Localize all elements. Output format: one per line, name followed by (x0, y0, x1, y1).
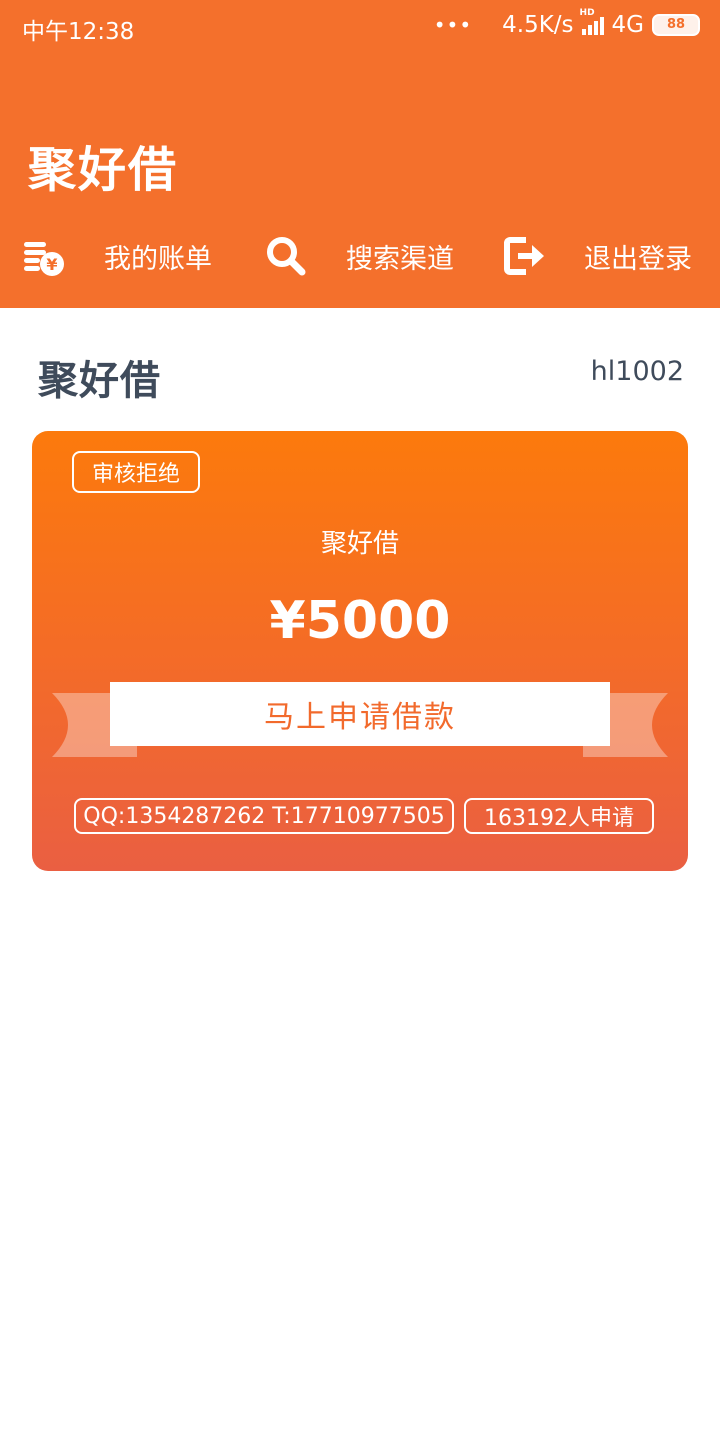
status-bar: 中午12:38 ••• 4.5K/s HD 4G 88 (0, 0, 720, 52)
status-time: 中午12:38 (22, 19, 135, 45)
nav-search-channel[interactable]: 搜索渠道 (264, 228, 454, 284)
page-title: 聚好借 (38, 358, 161, 404)
nav-my-bills[interactable]: ¥ 我的账单 (22, 228, 212, 284)
app-title: 聚好借 (28, 142, 179, 198)
battery-icon: 88 (652, 14, 700, 36)
bill-yen-icon: ¥ (24, 242, 64, 276)
app-header: 中午12:38 ••• 4.5K/s HD 4G 88 聚好借 ¥ 我的账单 搜… (0, 0, 720, 308)
product-name: 聚好借 (320, 529, 399, 559)
search-icon (267, 237, 306, 276)
apply-loan-button[interactable]: 马上申请借款 (110, 682, 610, 746)
user-id: hl1002 (590, 356, 684, 387)
loan-product-card[interactable]: 审核拒绝 聚好借 ¥5000 马上申请借款 QQ:1354287262 T:17… (32, 431, 688, 871)
signal-icon: HD (580, 8, 604, 35)
more-dots-icon: ••• (433, 13, 473, 37)
nav-my-bills-label: 我的账单 (104, 243, 212, 275)
nav-logout[interactable]: 退出登录 (502, 228, 692, 284)
svg-text:¥: ¥ (46, 255, 57, 274)
contact-info-chip: QQ:1354287262 T:17710977505 (74, 798, 454, 834)
network-type: 4G (611, 12, 644, 38)
hd-label: HD (579, 8, 595, 18)
network-speed: 4.5K/s (502, 12, 574, 38)
review-status-badge: 审核拒绝 (72, 451, 201, 493)
nav-logout-label: 退出登录 (584, 243, 692, 275)
applicant-count-chip: 163192人申请 (464, 798, 654, 834)
logout-icon (504, 237, 544, 275)
nav-search-channel-label: 搜索渠道 (346, 243, 454, 275)
status-indicators: ••• 4.5K/s HD 4G 88 (433, 8, 700, 38)
loan-amount: ¥5000 (269, 591, 451, 651)
